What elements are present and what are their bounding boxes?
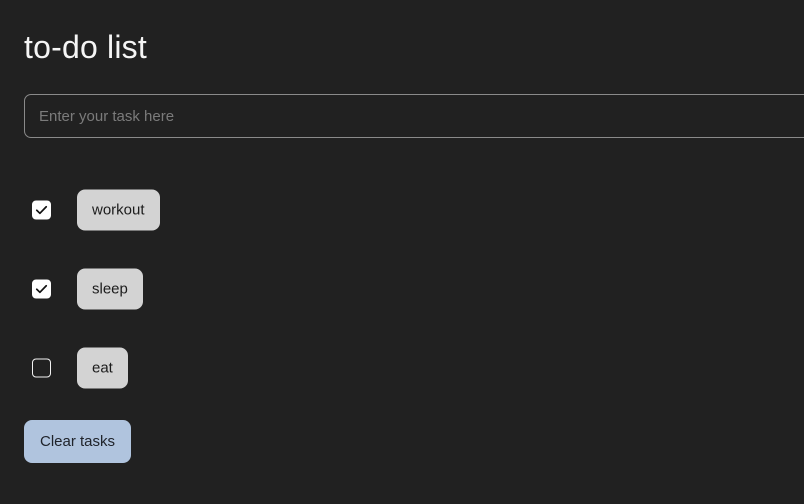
task-checkbox[interactable] (32, 200, 51, 219)
clear-tasks-button[interactable]: Clear tasks (24, 420, 132, 463)
task-checkbox[interactable] (32, 279, 51, 298)
task-label[interactable]: sleep (77, 268, 143, 309)
todo-app: to-do list workout sleep eat Clear tasks (0, 0, 804, 504)
task-label[interactable]: eat (77, 347, 128, 388)
task-label[interactable]: workout (77, 189, 160, 230)
task-input-container (24, 94, 804, 138)
task-checkbox[interactable] (32, 358, 51, 377)
task-row: sleep (0, 249, 804, 328)
checkmark-icon (33, 280, 50, 297)
task-row: workout (0, 170, 804, 249)
task-row: eat (0, 328, 804, 407)
checkmark-icon (33, 201, 50, 218)
page-title: to-do list (24, 29, 147, 65)
task-list: workout sleep eat (0, 170, 804, 407)
task-input[interactable] (24, 94, 804, 138)
